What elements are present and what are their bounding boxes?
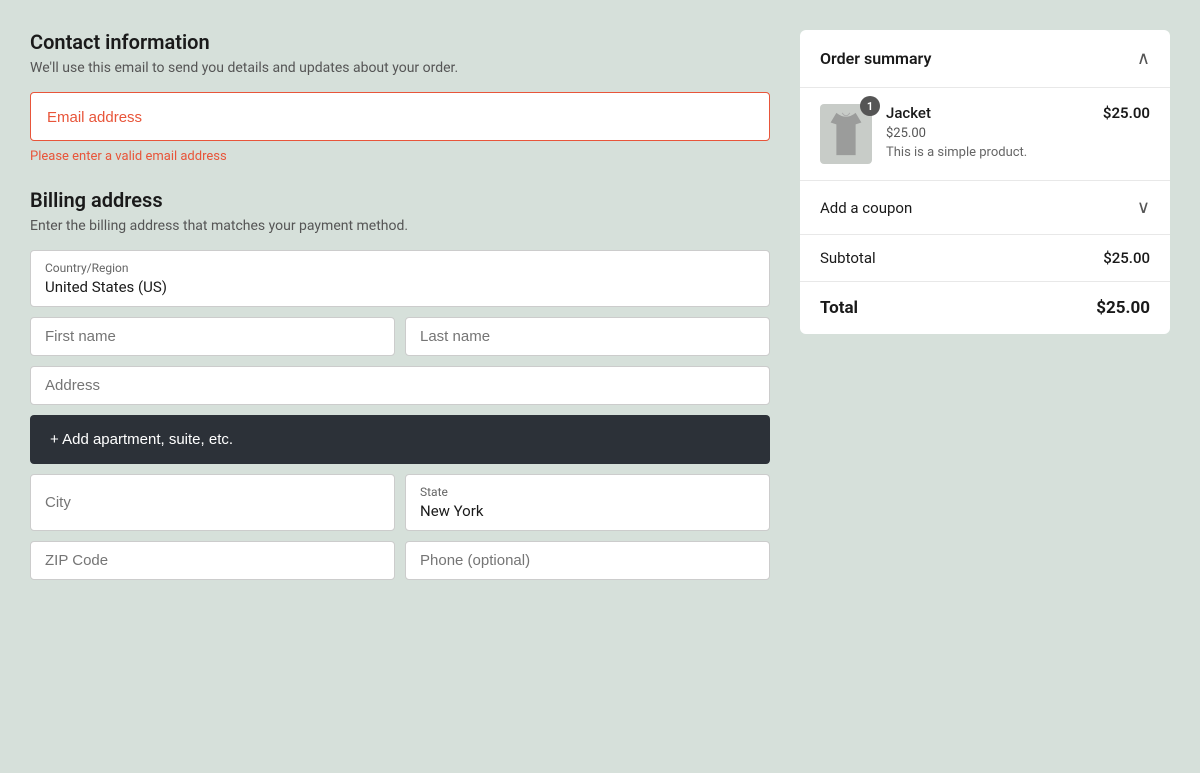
order-summary-header[interactable]: Order summary ∧ bbox=[800, 30, 1170, 88]
product-info: Jacket $25.00 This is a simple product. bbox=[886, 104, 1089, 160]
zip-phone-row bbox=[30, 541, 770, 580]
product-price-sub: $25.00 bbox=[886, 126, 1089, 141]
address-row bbox=[30, 366, 770, 405]
state-label: State bbox=[420, 485, 755, 499]
product-name: Jacket bbox=[886, 104, 1089, 122]
product-price: $25.00 bbox=[1103, 104, 1150, 122]
chevron-down-icon: ∨ bbox=[1137, 197, 1150, 218]
product-row: 1 Jacket $25.00 This is a simple product… bbox=[800, 88, 1170, 181]
email-error: Please enter a valid email address bbox=[30, 149, 770, 164]
subtotal-value: $25.00 bbox=[1103, 249, 1150, 267]
contact-title: Contact information bbox=[30, 30, 770, 54]
subtotal-row: Subtotal $25.00 bbox=[800, 235, 1170, 282]
billing-subtitle: Enter the billing address that matches y… bbox=[30, 218, 770, 234]
product-image-wrap: 1 bbox=[820, 104, 872, 164]
coupon-label: Add a coupon bbox=[820, 199, 912, 217]
order-summary-title: Order summary bbox=[820, 49, 931, 68]
country-field[interactable]: Country/Region United States (US) bbox=[30, 250, 770, 307]
billing-title: Billing address bbox=[30, 188, 770, 212]
right-panel: Order summary ∧ 1 Jacket bbox=[800, 30, 1170, 590]
name-row bbox=[30, 317, 770, 356]
last-name-input[interactable] bbox=[405, 317, 770, 356]
product-description: This is a simple product. bbox=[886, 145, 1089, 160]
city-input[interactable] bbox=[30, 474, 395, 531]
chevron-up-icon: ∧ bbox=[1137, 48, 1150, 69]
total-label: Total bbox=[820, 298, 858, 318]
order-summary-card: Order summary ∧ 1 Jacket bbox=[800, 30, 1170, 334]
add-coupon-row[interactable]: Add a coupon ∨ bbox=[800, 181, 1170, 235]
left-panel: Contact information We'll use this email… bbox=[30, 30, 770, 590]
total-row: Total $25.00 bbox=[800, 282, 1170, 334]
country-value: United States (US) bbox=[45, 278, 167, 296]
subtotal-label: Subtotal bbox=[820, 249, 876, 267]
address-input[interactable] bbox=[30, 366, 770, 405]
country-label: Country/Region bbox=[45, 261, 755, 275]
city-state-row: State New York bbox=[30, 474, 770, 531]
contact-subtitle: We'll use this email to send you details… bbox=[30, 60, 770, 76]
email-input[interactable] bbox=[47, 109, 753, 126]
total-value: $25.00 bbox=[1096, 298, 1150, 318]
state-field[interactable]: State New York bbox=[405, 474, 770, 531]
product-badge: 1 bbox=[860, 96, 880, 116]
email-input-wrap bbox=[30, 92, 770, 141]
add-apartment-button[interactable]: + Add apartment, suite, etc. bbox=[30, 415, 770, 464]
zip-input[interactable] bbox=[30, 541, 395, 580]
first-name-input[interactable] bbox=[30, 317, 395, 356]
phone-input[interactable] bbox=[405, 541, 770, 580]
state-value: New York bbox=[420, 502, 483, 520]
